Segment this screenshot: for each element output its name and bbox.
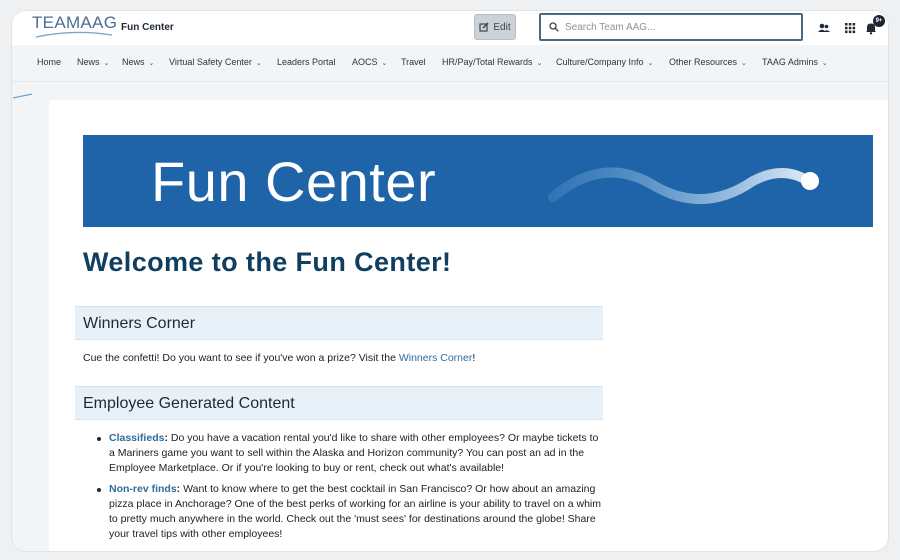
logo-swoosh-icon xyxy=(35,31,113,38)
chevron-down-icon: ⌄ xyxy=(741,60,747,67)
fun-center-banner: Fun Center xyxy=(83,135,873,227)
site-title[interactable]: Fun Center xyxy=(121,22,174,33)
nav-label: Other Resources xyxy=(669,57,738,67)
search-placeholder: Search Team AAG... xyxy=(565,21,656,33)
winners-paragraph: Cue the confetti! Do you want to see if … xyxy=(83,352,475,364)
classifieds-description: Do you have a vacation rental you'd like… xyxy=(109,432,599,474)
nav-other-resources[interactable]: Other Resources ⌄ xyxy=(669,57,747,67)
winners-text-end: ! xyxy=(472,352,476,364)
nav-travel[interactable]: Travel xyxy=(401,57,426,67)
employee-content-list: Classifieds: Do you have a vacation rent… xyxy=(97,431,602,548)
nav-label: Leaders Portal xyxy=(277,57,336,67)
people-icon[interactable] xyxy=(817,21,831,35)
chevron-down-icon: ⌄ xyxy=(148,60,155,67)
search-icon xyxy=(549,22,559,32)
nav-taag-admins[interactable]: TAAG Admins ⌄ xyxy=(762,57,828,67)
winners-corner-link[interactable]: Winners Corner xyxy=(399,352,473,364)
winners-text: Cue the confetti! Do you want to see if … xyxy=(83,352,399,364)
nav-label: Home xyxy=(37,57,62,67)
chevron-down-icon: ⌄ xyxy=(821,60,828,67)
section-heading-employee-content: Employee Generated Content xyxy=(75,386,603,420)
nav-culture-company-info[interactable]: Culture/Company Info ⌄ xyxy=(556,57,653,67)
nav-label: TAAG Admins xyxy=(762,57,818,67)
nav-label: News xyxy=(77,57,100,67)
nav-news-1[interactable]: News ⌄ xyxy=(77,57,109,67)
content-card: Fun Center Welcome to the Fun Center! Wi… xyxy=(49,100,888,551)
nav-virtual-safety-center[interactable]: Virtual Safety Center ⌄ xyxy=(169,57,262,67)
nav-label: Travel xyxy=(401,57,426,67)
top-header: TEAMAAG Fun Center Edit Search Team AAG.… xyxy=(12,11,888,45)
list-item: Non-rev finds: Want to know where to get… xyxy=(97,482,602,542)
banner-title: Fun Center xyxy=(151,150,437,213)
nav-leaders-portal[interactable]: Leaders Portal xyxy=(277,57,336,67)
non-rev-finds-link[interactable]: Non-rev finds xyxy=(109,483,177,495)
edit-icon xyxy=(479,22,489,32)
classifieds-link[interactable]: Classifieds xyxy=(109,432,164,444)
logo-text: TEAMAAG xyxy=(32,13,118,32)
chevron-down-icon: ⌄ xyxy=(536,60,543,67)
decorative-line xyxy=(12,93,33,99)
non-rev-finds-description: Want to know where to get the best cockt… xyxy=(109,483,602,540)
apps-grid-icon[interactable] xyxy=(843,21,857,35)
app-window: TEAMAAG Fun Center Edit Search Team AAG.… xyxy=(12,11,888,551)
nav-label: Virtual Safety Center xyxy=(169,57,252,67)
team-aag-logo[interactable]: TEAMAAG xyxy=(32,13,117,33)
nav-label: AOCS xyxy=(352,57,378,67)
main-nav: Home News ⌄ News ⌄ Virtual Safety Center ⌄ … xyxy=(12,45,888,82)
nav-news-2[interactable]: News ⌄ xyxy=(122,57,154,67)
chevron-down-icon: ⌄ xyxy=(103,60,110,67)
search-input[interactable]: Search Team AAG... xyxy=(539,13,803,41)
nav-label: News xyxy=(122,57,145,67)
nav-aocs[interactable]: AOCS ⌄ xyxy=(352,57,387,67)
nav-home[interactable]: Home xyxy=(37,57,61,67)
page-title: Welcome to the Fun Center! xyxy=(83,247,452,277)
chevron-down-icon: ⌄ xyxy=(647,60,654,67)
list-item: Classifieds: Do you have a vacation rent… xyxy=(97,431,602,476)
edit-button[interactable]: Edit xyxy=(474,14,516,40)
nav-label: Culture/Company Info xyxy=(556,57,644,67)
chevron-down-icon: ⌄ xyxy=(381,60,388,67)
edit-label: Edit xyxy=(493,21,511,33)
notification-badge: 9+ xyxy=(873,15,885,27)
nav-hr-pay-total-rewards[interactable]: HR/Pay/Total Rewards ⌄ xyxy=(442,57,542,67)
chevron-down-icon: ⌄ xyxy=(255,60,262,67)
section-heading-winners: Winners Corner xyxy=(75,306,603,340)
nav-label: HR/Pay/Total Rewards xyxy=(442,57,533,67)
